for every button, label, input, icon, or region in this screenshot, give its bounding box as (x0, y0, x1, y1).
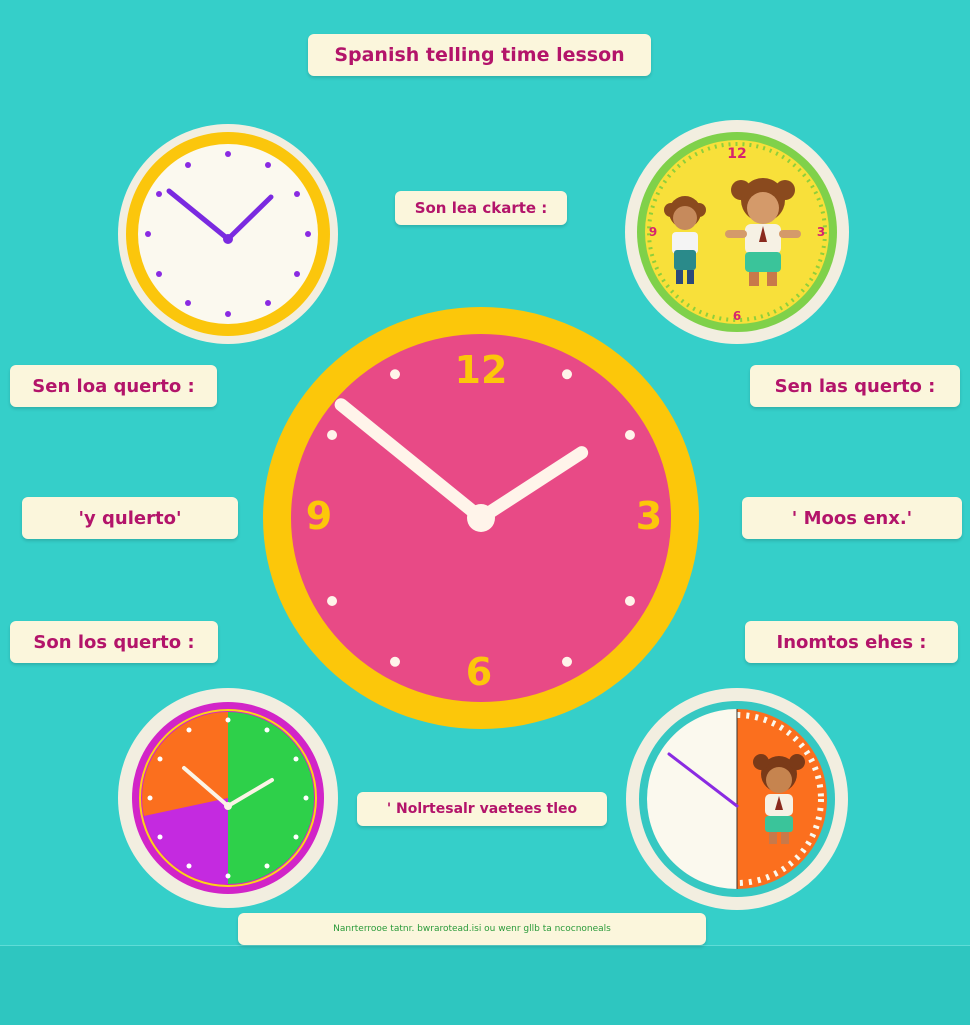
numeral-9: 9 (306, 494, 332, 538)
main-clock: 12 3 6 9 (263, 307, 699, 729)
tick-dot (624, 430, 635, 440)
svg-text:6: 6 (733, 309, 741, 323)
label-right-2: ' Moos enx.' (742, 497, 962, 539)
svg-text:3: 3 (817, 225, 825, 239)
svg-text:9: 9 (649, 225, 657, 239)
numeral-3: 3 (636, 494, 662, 538)
clock-bottom-right (625, 688, 849, 910)
tick-dot (562, 369, 572, 380)
label-top-center: Son lea ckarte : (395, 191, 567, 225)
svg-text:12: 12 (727, 146, 746, 162)
tick-dot (327, 596, 338, 606)
footer-note: Nanrterrooe tatnr. bwrarotead.isi ou wen… (238, 913, 706, 945)
label-right-1: Sen las querto : (750, 365, 960, 407)
label-right-3: Inomtos ehes : (745, 621, 958, 663)
bottom-band (0, 945, 970, 1025)
tick-dot (562, 656, 572, 667)
tick-dot (390, 369, 400, 380)
tick-dot (390, 656, 400, 667)
numeral-12: 12 (455, 348, 508, 392)
tick-dot (624, 596, 635, 606)
numeral-6: 6 (466, 650, 492, 694)
clock-bottom-left (116, 688, 340, 908)
page-title-text: Spanish telling time lesson (334, 44, 625, 66)
label-bottom-center: ' Nolrtesalr vaetees tleo (357, 792, 607, 826)
label-left-1: Sen loa querto : (10, 365, 217, 407)
label-left-3: Son los querto : (10, 621, 218, 663)
page-title: Spanish telling time lesson (308, 34, 651, 76)
tick-dot (327, 430, 338, 440)
label-left-2: 'y qulerto' (22, 497, 238, 539)
